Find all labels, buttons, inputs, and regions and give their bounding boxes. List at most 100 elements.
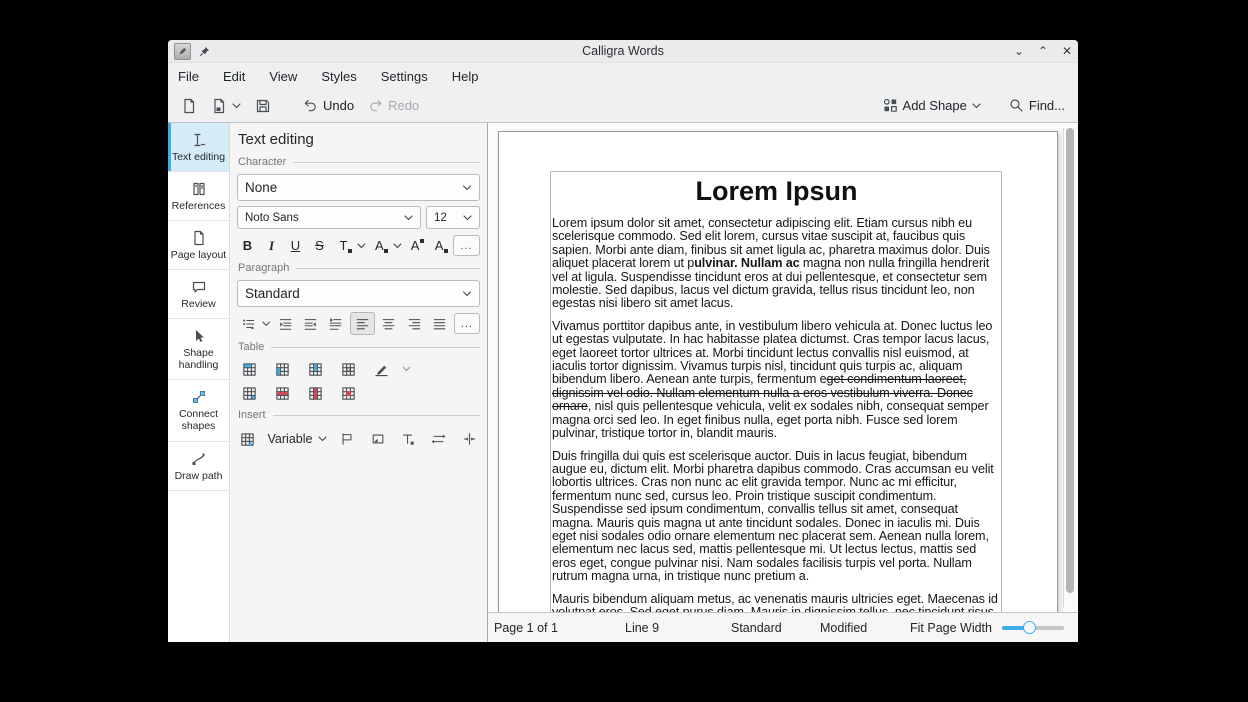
draw-path-icon <box>191 451 207 467</box>
list-style-button[interactable] <box>237 313 259 334</box>
document-page[interactable]: Lorem Ipsun Lorem ipsum dolor sit amet, … <box>498 131 1058 612</box>
text-color-button[interactable]: T <box>333 236 354 256</box>
align-right-icon <box>407 317 422 331</box>
menu-file[interactable]: File <box>178 69 199 84</box>
redo-button[interactable]: Redo <box>363 95 424 116</box>
close-button[interactable]: ✕ <box>1062 45 1072 57</box>
text-frame[interactable]: Lorem Ipsun Lorem ipsum dolor sit amet, … <box>550 171 1002 612</box>
menubar: File Edit View Styles Settings Help <box>168 63 1078 89</box>
first-line-indent-button[interactable] <box>325 313 347 334</box>
character-more-button[interactable]: ... <box>453 235 480 256</box>
character-style-select[interactable]: None <box>237 174 480 201</box>
font-family-select[interactable]: Noto Sans <box>237 206 421 229</box>
insert-text-variable-button[interactable] <box>397 429 419 449</box>
bookmark-button[interactable] <box>336 429 358 449</box>
scrollbar-thumb[interactable] <box>1066 128 1074 593</box>
font-size-select[interactable]: 12 <box>426 206 480 229</box>
edit-table-borders-button[interactable] <box>369 359 393 379</box>
new-document-button[interactable] <box>176 95 202 117</box>
titlebar[interactable]: Calligra Words ⌄ ⌃ ✕ <box>168 40 1078 63</box>
zoom-mode-label[interactable]: Fit Page Width <box>910 621 992 635</box>
strikethrough-button[interactable]: S <box>309 236 330 256</box>
insert-table-button[interactable] <box>237 429 259 449</box>
add-shape-button[interactable]: Add Shape <box>878 95 986 116</box>
delete-row-button[interactable] <box>270 383 294 403</box>
indent-less-button[interactable] <box>299 313 321 334</box>
split-cells-button[interactable] <box>237 383 261 403</box>
zoom-slider-handle[interactable] <box>1023 621 1036 634</box>
border-style-dropdown-icon[interactable] <box>402 366 411 372</box>
align-center-icon <box>381 317 396 331</box>
calligra-words-window: Calligra Words ⌄ ⌃ ✕ File Edit View Styl… <box>168 40 1078 642</box>
open-document-button[interactable] <box>206 95 246 117</box>
page-indicator[interactable]: Page 1 of 1 <box>494 621 558 635</box>
italic-button[interactable]: I <box>261 236 282 256</box>
bold-button[interactable]: B <box>237 236 258 256</box>
document-canvas[interactable]: Lorem Ipsun Lorem ipsum dolor sit amet, … <box>488 123 1078 612</box>
delete-column-button[interactable] <box>303 383 327 403</box>
chevron-down-icon[interactable] <box>232 103 241 109</box>
window-title: Calligra Words <box>168 44 1078 58</box>
insert-break-button[interactable] <box>459 429 481 449</box>
style-indicator[interactable]: Standard <box>731 621 782 635</box>
delete-table-button[interactable] <box>336 383 360 403</box>
tab-text-editing[interactable]: Text editing <box>168 123 229 172</box>
section-table: Table <box>238 341 264 353</box>
comment-bubble-icon <box>191 279 207 295</box>
tab-references[interactable]: References <box>168 172 229 221</box>
undo-label: Undo <box>323 98 354 113</box>
highlight-color-button[interactable]: A <box>369 236 390 256</box>
paragraph-more-button[interactable]: ... <box>454 313 480 334</box>
menu-styles[interactable]: Styles <box>321 69 356 84</box>
text-cursor-icon <box>191 132 207 148</box>
align-left-button[interactable] <box>350 312 374 335</box>
panel-title: Text editing <box>238 131 480 148</box>
highlight-dropdown-icon[interactable] <box>393 243 402 249</box>
tab-draw-path[interactable]: Draw path <box>168 442 229 491</box>
paragraph-style-select[interactable]: Standard <box>237 280 480 307</box>
vertical-scrollbar[interactable] <box>1063 128 1076 607</box>
tab-connect-shapes[interactable]: Connect shapes <box>168 380 229 441</box>
insert-space-button[interactable] <box>428 429 450 449</box>
insert-column-right-button[interactable] <box>336 359 360 379</box>
chevron-down-icon <box>318 436 327 442</box>
paragraph[interactable]: Mauris bibendum aliquam metus, ac venena… <box>552 593 1001 612</box>
tab-review[interactable]: Review <box>168 270 229 319</box>
find-button[interactable]: Find... <box>1004 95 1070 116</box>
align-justify-icon <box>432 317 447 331</box>
paragraph[interactable]: Lorem ipsum dolor sit amet, consectetur … <box>552 217 1001 311</box>
maximize-button[interactable]: ⌃ <box>1038 45 1048 57</box>
section-character: Character <box>238 156 286 168</box>
list-icon <box>241 317 256 331</box>
tab-page-layout[interactable]: Page layout <box>168 221 229 270</box>
document-heading[interactable]: Lorem Ipsun <box>552 176 1001 207</box>
menu-edit[interactable]: Edit <box>223 69 245 84</box>
save-button[interactable] <box>250 95 276 117</box>
modified-indicator: Modified <box>820 621 867 635</box>
menu-settings[interactable]: Settings <box>381 69 428 84</box>
subscript-button[interactable]: A <box>429 236 450 256</box>
document-paragraphs[interactable]: Lorem ipsum dolor sit amet, consectetur … <box>552 217 1001 612</box>
align-right-button[interactable] <box>403 313 425 334</box>
paragraph[interactable]: Duis fringilla dui quis est scelerisque … <box>552 450 1001 584</box>
indent-more-button[interactable] <box>274 313 296 334</box>
text-color-dropdown-icon[interactable] <box>357 243 366 249</box>
minimize-button[interactable]: ⌄ <box>1014 45 1024 57</box>
section-button[interactable] <box>367 429 389 449</box>
menu-help[interactable]: Help <box>452 69 479 84</box>
undo-button[interactable]: Undo <box>298 95 359 116</box>
tab-shape-handling[interactable]: Shape handling <box>168 319 229 380</box>
insert-column-left-button[interactable] <box>303 359 327 379</box>
insert-row-below-button[interactable] <box>270 359 294 379</box>
superscript-button[interactable]: A <box>405 236 426 256</box>
align-center-button[interactable] <box>378 313 400 334</box>
align-justify-button[interactable] <box>428 313 450 334</box>
menu-view[interactable]: View <box>269 69 297 84</box>
list-dropdown-icon[interactable] <box>262 321 270 327</box>
paragraph[interactable]: Vivamus porttitor dapibus ante, in vesti… <box>552 320 1001 441</box>
insert-row-above-button[interactable] <box>237 359 261 379</box>
indent-less-icon <box>303 317 318 331</box>
variable-dropdown[interactable]: Variable <box>268 432 328 446</box>
zoom-slider[interactable] <box>1002 621 1064 635</box>
underline-button[interactable]: U <box>285 236 306 256</box>
